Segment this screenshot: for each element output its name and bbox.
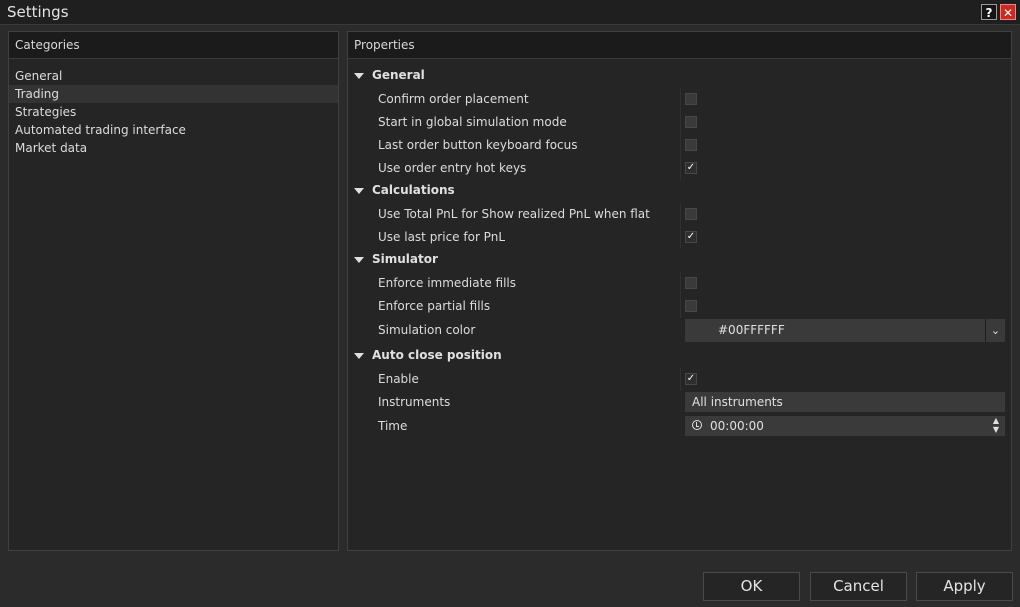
column-divider	[680, 203, 681, 226]
order-entry-hot-keys-checkbox[interactable]: ✓	[685, 162, 697, 174]
property-row: Instruments All instruments	[348, 391, 1011, 414]
time-picker[interactable]: 00:00:00 ▲ ▼	[685, 416, 1005, 436]
property-label: Last order button keyboard focus	[378, 138, 578, 152]
property-label: Enforce partial fills	[378, 299, 491, 313]
property-row: Use Total PnL for Show realized PnL when…	[348, 203, 1011, 226]
section-calculations[interactable]: Calculations	[348, 180, 1011, 203]
section-title: General	[372, 68, 425, 82]
caret-down-icon[interactable]	[354, 257, 364, 263]
property-label: Use order entry hot keys	[378, 161, 527, 175]
category-general[interactable]: General	[9, 67, 338, 85]
property-label: Enforce immediate fills	[378, 276, 516, 290]
auto-close-enable-checkbox[interactable]: ✓	[685, 373, 697, 385]
property-label: Instruments	[378, 395, 451, 409]
column-divider	[680, 272, 681, 295]
instruments-value: All instruments	[692, 395, 783, 409]
property-label: Start in global simulation mode	[378, 115, 567, 129]
property-row: Use order entry hot keys ✓	[348, 157, 1011, 180]
caret-down-icon[interactable]	[354, 73, 364, 79]
category-strategies[interactable]: Strategies	[9, 103, 338, 121]
property-label: Confirm order placement	[378, 92, 529, 106]
properties-header: Properties	[348, 32, 1011, 59]
caret-down-icon[interactable]	[354, 188, 364, 194]
column-divider	[680, 111, 681, 134]
column-divider	[680, 134, 681, 157]
property-row: Enforce partial fills	[348, 295, 1011, 318]
confirm-order-placement-checkbox[interactable]	[685, 93, 697, 105]
property-label: Simulation color	[378, 323, 476, 337]
section-simulator[interactable]: Simulator	[348, 249, 1011, 272]
section-title: Auto close position	[372, 348, 502, 362]
property-label: Enable	[378, 372, 419, 386]
categories-panel: Categories General Trading Strategies Au…	[8, 31, 339, 551]
property-label: Use last price for PnL	[378, 230, 506, 244]
spin-arrows-icon[interactable]: ▲ ▼	[991, 416, 1001, 436]
property-row: Start in global simulation mode	[348, 111, 1011, 134]
column-divider	[680, 226, 681, 249]
category-list: General Trading Strategies Automated tra…	[9, 59, 338, 157]
simulation-color-value: #00FFFFFF	[718, 323, 785, 337]
property-row: Last order button keyboard focus	[348, 134, 1011, 157]
category-automated-trading-interface[interactable]: Automated trading interface	[9, 121, 338, 139]
property-row: Time 00:00:00 ▲ ▼	[348, 415, 1011, 438]
last-order-button-focus-checkbox[interactable]	[685, 139, 697, 151]
categories-header: Categories	[9, 32, 338, 59]
category-market-data[interactable]: Market data	[9, 139, 338, 157]
checkmark-icon: ✓	[686, 231, 696, 242]
section-title: Calculations	[372, 183, 455, 197]
chevron-down-icon[interactable]: ⌄	[985, 319, 1005, 342]
checkmark-icon: ✓	[686, 162, 696, 173]
property-row: Enable ✓	[348, 368, 1011, 391]
checkmark-icon: ✓	[686, 373, 696, 384]
column-divider	[680, 295, 681, 318]
property-row: Confirm order placement	[348, 88, 1011, 111]
property-label: Time	[378, 419, 408, 433]
window-title: Settings	[7, 3, 69, 21]
instruments-field[interactable]: All instruments	[685, 392, 1005, 412]
help-icon[interactable]: ?	[981, 4, 997, 20]
properties-panel: Properties General Confirm order placeme…	[347, 31, 1012, 551]
caret-down-icon[interactable]	[354, 353, 364, 359]
title-bar: Settings ? ✕	[0, 0, 1020, 25]
apply-button[interactable]: Apply	[916, 572, 1013, 601]
column-divider	[680, 157, 681, 180]
cancel-button[interactable]: Cancel	[810, 572, 907, 601]
enforce-immediate-fills-checkbox[interactable]	[685, 277, 697, 289]
property-row: Use last price for PnL ✓	[348, 226, 1011, 249]
column-divider	[680, 88, 681, 111]
simulation-color-select[interactable]: #00FFFFFF ⌄	[685, 319, 1005, 342]
section-general[interactable]: General	[348, 65, 1011, 88]
section-auto-close-position[interactable]: Auto close position	[348, 345, 1011, 368]
property-label: Use Total PnL for Show realized PnL when…	[378, 207, 650, 221]
ok-button[interactable]: OK	[703, 572, 800, 601]
section-title: Simulator	[372, 252, 438, 266]
property-row: Enforce immediate fills	[348, 272, 1011, 295]
total-pnl-checkbox[interactable]	[685, 208, 697, 220]
global-simulation-mode-checkbox[interactable]	[685, 116, 697, 128]
category-trading[interactable]: Trading	[9, 85, 338, 103]
close-icon[interactable]: ✕	[1000, 4, 1016, 20]
property-row: Simulation color #00FFFFFF ⌄	[348, 319, 1011, 342]
enforce-partial-fills-checkbox[interactable]	[685, 300, 697, 312]
column-divider	[680, 368, 681, 391]
time-value: 00:00:00	[710, 419, 764, 433]
clock-icon	[692, 420, 702, 430]
last-price-pnl-checkbox[interactable]: ✓	[685, 231, 697, 243]
